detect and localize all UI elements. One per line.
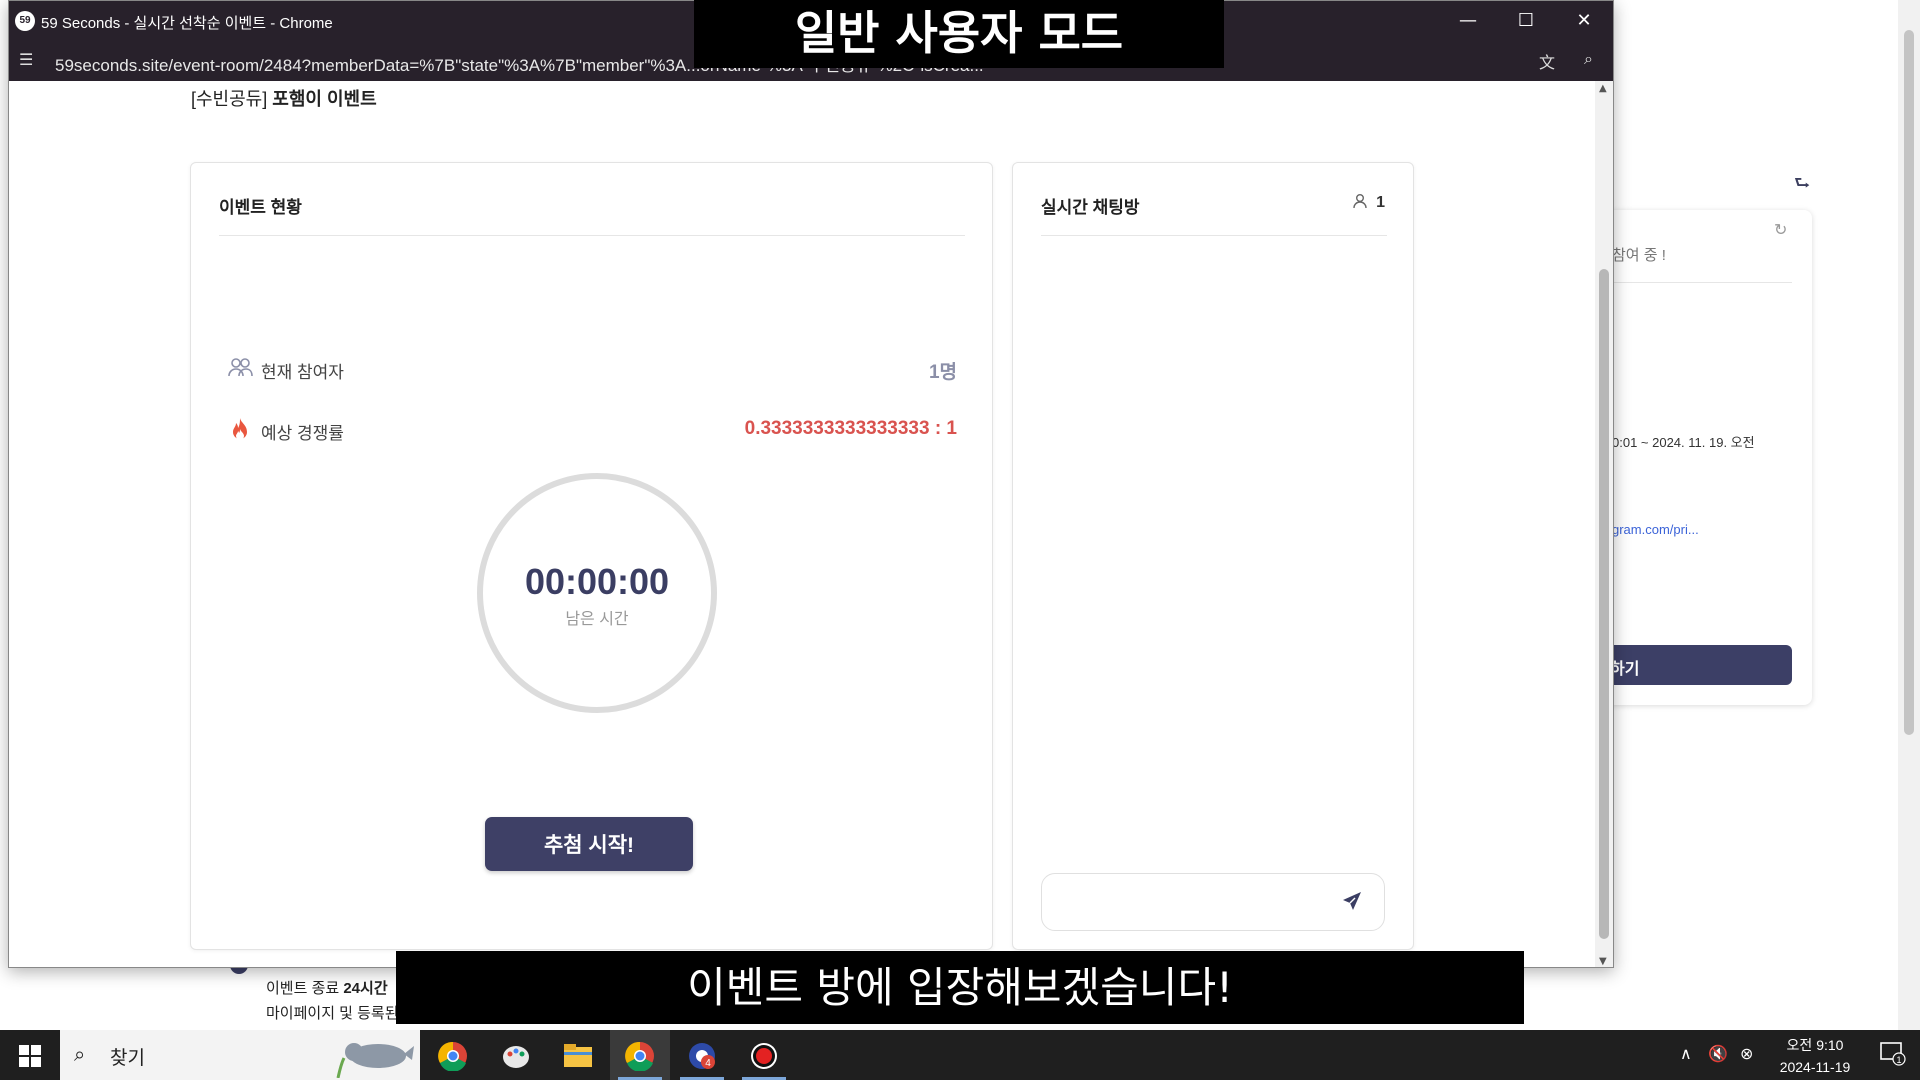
- translate-icon[interactable]: 文: [1539, 49, 1555, 73]
- manatee-search-highlight-icon: [330, 1032, 416, 1079]
- competition-value: 0.3333333333333333 : 1: [744, 418, 957, 439]
- zoom-icon[interactable]: ⌕: [1584, 49, 1593, 69]
- event-name: 포햄이 이벤트: [272, 89, 377, 109]
- chat-user-count: 1: [1352, 193, 1385, 212]
- event-title: [수빈공듀] 포햄이 이벤트: [191, 85, 377, 111]
- chrome-badge-taskbar-icon[interactable]: 4: [672, 1030, 732, 1080]
- site-info-icon[interactable]: ☰: [19, 50, 33, 69]
- background-link[interactable]: gram.com/pri...: [1612, 522, 1699, 537]
- video-subtitle: 이벤트 방에 입장해보겠습니다!: [396, 951, 1524, 1024]
- background-note-line2: 마이페이지 및 등록된: [266, 1005, 399, 1022]
- clock-time: 오전 9:10: [1786, 1037, 1844, 1053]
- timer-ring: 00:00:00 남은 시간: [477, 473, 717, 713]
- chat-input[interactable]: [1058, 890, 1328, 916]
- scroll-down-icon[interactable]: ▼: [1599, 956, 1607, 967]
- people-icon: [227, 355, 253, 381]
- chat-user-count-value: 1: [1376, 194, 1385, 211]
- recorder-taskbar-icon[interactable]: [734, 1030, 794, 1080]
- mode-banner: 일반 사용자 모드: [694, 0, 1224, 68]
- chrome-profile-taskbar-icon[interactable]: [610, 1030, 670, 1080]
- chat-panel: 실시간 채팅방 1: [1012, 162, 1414, 950]
- fire-icon: [227, 416, 253, 442]
- background-note-bold: 24시간: [343, 980, 388, 997]
- network-disconnected-icon[interactable]: ⊗: [1740, 1044, 1753, 1063]
- participants-value: 1명: [928, 362, 957, 383]
- site-favicon-icon: 59: [15, 11, 35, 31]
- speaker-muted-icon[interactable]: 🔇: [1708, 1044, 1728, 1063]
- refresh-icon[interactable]: ↻: [1774, 220, 1787, 239]
- popup-scrollbar-thumb[interactable]: [1599, 269, 1609, 939]
- share-icon[interactable]: ⮑: [1794, 171, 1810, 201]
- background-note-line1: 이벤트 종료 24시간: [266, 977, 388, 998]
- background-scrollbar[interactable]: [1898, 0, 1920, 1030]
- competition-row: 예상 경쟁률 0.3333333333333333 : 1: [227, 414, 957, 444]
- chat-panel-divider: [1041, 235, 1387, 236]
- taskbar-clock[interactable]: 오전 9:10 2024-11-19: [1770, 1035, 1860, 1075]
- popup-scrollbar[interactable]: ▲ ▼: [1595, 81, 1613, 967]
- participants-row: 현재 참여자 1명: [227, 353, 957, 383]
- taskbar-search-placeholder: 찾기: [110, 1048, 145, 1069]
- background-event-period: 0:01 ~ 2024. 11. 19. 오전: [1612, 435, 1755, 450]
- close-icon[interactable]: ✕: [1555, 1, 1613, 41]
- windows-start-icon[interactable]: [0, 1030, 60, 1080]
- paint-taskbar-icon[interactable]: [486, 1030, 546, 1080]
- minimize-icon[interactable]: —: [1439, 1, 1497, 41]
- background-divider: [1612, 282, 1792, 283]
- popup-browser-window: 59 59 Seconds - 실시간 선착순 이벤트 - Chrome — ☐…: [8, 0, 1614, 968]
- participants-label: 현재 참여자: [261, 363, 344, 382]
- chrome-badge-count: 4: [705, 1058, 711, 1069]
- background-scrollbar-thumb[interactable]: [1904, 30, 1914, 735]
- chat-panel-heading: 실시간 채팅방: [1041, 198, 1140, 217]
- search-icon: ⌕: [74, 1042, 86, 1066]
- background-note-prefix: 이벤트 종료: [266, 980, 340, 997]
- chrome-taskbar-icon[interactable]: [423, 1030, 483, 1080]
- page-content: [수빈공듀] 포햄이 이벤트 이벤트 현황 현재 참여자 1명 예상 경쟁률 0…: [9, 81, 1597, 967]
- event-host: [수빈공듀]: [191, 89, 268, 109]
- scroll-up-icon[interactable]: ▲: [1599, 83, 1607, 94]
- send-icon[interactable]: [1340, 889, 1364, 919]
- status-panel-heading: 이벤트 현황: [219, 198, 302, 217]
- start-draw-button[interactable]: 추첨 시작!: [485, 817, 693, 871]
- notification-count: 1: [1896, 1055, 1901, 1065]
- maximize-icon[interactable]: ☐: [1497, 1, 1555, 41]
- status-panel-divider: [219, 235, 965, 236]
- file-explorer-taskbar-icon[interactable]: [548, 1030, 608, 1080]
- competition-label: 예상 경쟁률: [261, 424, 344, 443]
- event-status-panel: 이벤트 현황 현재 참여자 1명 예상 경쟁률 0.33333333333333…: [190, 162, 993, 950]
- notification-center-icon[interactable]: 1: [1880, 1042, 1906, 1071]
- chat-input-box: [1041, 873, 1385, 931]
- taskbar: ⌕ 찾기 4 ∧ 🔇 ⊗ 오전 9:10 2024-11-19 1: [0, 1030, 1920, 1080]
- timer-label: 남은 시간: [565, 611, 629, 628]
- taskbar-search[interactable]: ⌕ 찾기: [60, 1030, 420, 1080]
- timer-value: 00:00:00: [524, 561, 670, 602]
- clock-date: 2024-11-19: [1779, 1059, 1851, 1075]
- window-title: 59 Seconds - 실시간 선착순 이벤트 - Chrome: [41, 15, 333, 32]
- tray-overflow-chevron-icon[interactable]: ∧: [1680, 1044, 1692, 1063]
- background-joining-text: 참여 중 !: [1612, 247, 1666, 264]
- person-icon: [1352, 194, 1372, 211]
